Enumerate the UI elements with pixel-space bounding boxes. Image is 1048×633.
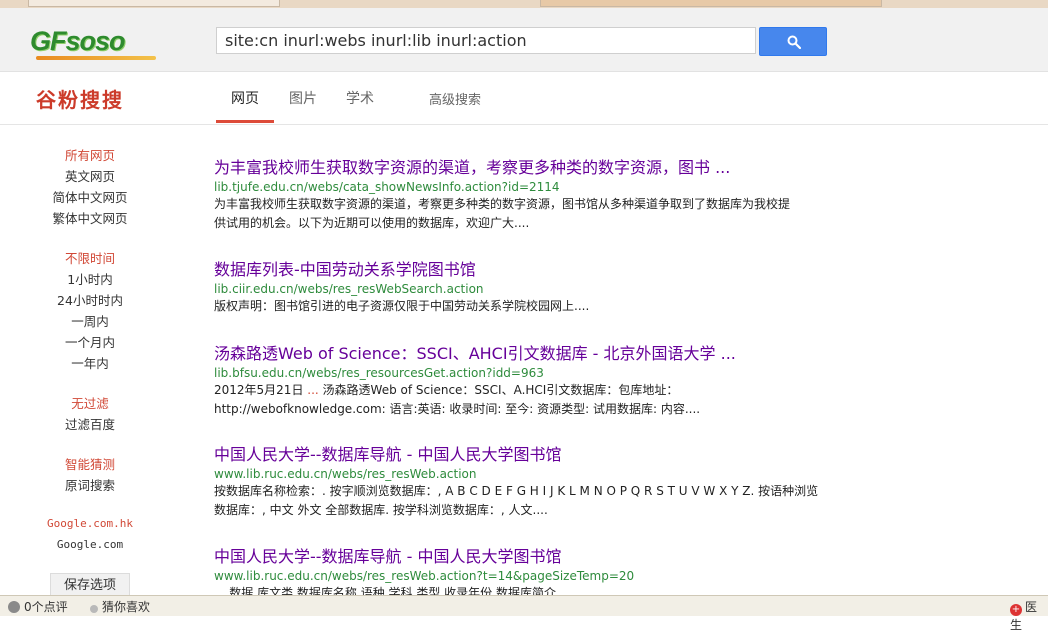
result-title-link[interactable]: 汤森路透Web of Science：SSCI、AHCI引文数据库 - 北京外国…: [214, 340, 844, 364]
result-url: www.lib.ruc.edu.cn/webs/res_resWeb.actio…: [214, 569, 635, 583]
snippet-line: 为丰富我校师生获取数字资源的渠道，考察更多种类的数字资源，图书馆从多种渠道争取到…: [214, 197, 791, 211]
result-item: 汤森路透Web of Science：SSCI、AHCI引文数据库 - 北京外国…: [214, 340, 844, 419]
tab-images[interactable]: 图片: [289, 88, 317, 108]
browser-status-bar: 0个点评 猜你喜欢 + 医生: [0, 595, 1048, 632]
search-button[interactable]: [759, 27, 827, 56]
brand-title[interactable]: 谷粉搜搜: [36, 84, 124, 113]
result-item: 中国人民大学--数据库导航 - 中国人民大学图书馆 www.lib.ruc.ed…: [214, 543, 844, 603]
sidebar-item-simplified[interactable]: 简体中文网页: [0, 187, 180, 206]
browser-tab[interactable]: [540, 0, 882, 7]
result-url: www.lib.ruc.edu.cn/webs/res_resWeb.actio…: [214, 467, 477, 481]
snippet-line: 按数据库名称检索：. 按字顺浏览数据库：, A B C D E F G H I …: [214, 484, 819, 498]
sidebar-item-traditional[interactable]: 繁体中文网页: [0, 208, 180, 227]
browser-tab-strip: [0, 0, 1048, 8]
result-snippet: 为丰富我校师生获取数字资源的渠道，考察更多种类的数字资源，图书馆从多种渠道争取到…: [214, 195, 844, 233]
tab-advanced-search[interactable]: 高级搜索: [429, 89, 481, 108]
result-snippet: 2012年5月21日 ... 汤森路透Web of Science：SSCI、A…: [214, 381, 844, 419]
status-guess-like[interactable]: 猜你喜欢: [90, 598, 150, 615]
sidebar-item-any-time[interactable]: 不限时间: [0, 248, 180, 267]
sidebar-item-google-com[interactable]: Google.com: [0, 538, 180, 551]
snippet-line: 数据库：, 中文 外文 全部数据库. 按学科浏览数据库：, 人文....: [214, 503, 548, 517]
status-guess-label: 猜你喜欢: [102, 600, 151, 614]
snippet-line: 2012年5月21日 ... 汤森路透Web of Science：SSCI、A…: [214, 381, 844, 400]
sidebar-item-past-24h[interactable]: 24小时时内: [0, 290, 180, 309]
result-title-link[interactable]: 中国人民大学--数据库导航 - 中国人民大学图书馆: [214, 543, 844, 567]
sidebar-item-smart-guess[interactable]: 智能猜测: [0, 454, 180, 473]
result-title-link[interactable]: 中国人民大学--数据库导航 - 中国人民大学图书馆: [214, 441, 844, 465]
filter-sidebar: 所有网页 英文网页 简体中文网页 繁体中文网页 不限时间 1小时内 24小时时内…: [0, 125, 180, 599]
snippet-text: 汤森路透Web of Science：SSCI、A.HCI引文数据库：包库地址：: [318, 383, 679, 397]
sidebar-item-exact-search[interactable]: 原词搜索: [0, 475, 180, 494]
search-icon: [787, 35, 801, 49]
nav-bar: 谷粉搜搜 网页 图片 学术 高级搜索: [0, 72, 1048, 125]
gfsoso-logo[interactable]: GFsoso: [30, 26, 180, 60]
result-title-link[interactable]: 数据库列表-中国劳动关系学院图书馆: [214, 256, 844, 280]
sidebar-item-past-month[interactable]: 一个月内: [0, 332, 180, 351]
search-header: GFsoso site:cn inurl:webs inurl:lib inur…: [0, 8, 1048, 72]
sidebar-item-google-hk[interactable]: Google.com.hk: [0, 517, 180, 530]
snippet-line: 版权声明：图书馆引进的电子资源仅限于中国劳动关系学院校园网上....: [214, 299, 590, 313]
status-comments-label: 0个点评: [24, 600, 68, 614]
status-comments[interactable]: 0个点评: [8, 598, 68, 615]
result-snippet: 按数据库名称检索：. 按字顺浏览数据库：, A B C D E F G H I …: [214, 482, 844, 520]
sidebar-item-past-hour[interactable]: 1小时内: [0, 269, 180, 288]
search-input[interactable]: site:cn inurl:webs inurl:lib inurl:actio…: [216, 27, 756, 54]
sidebar-item-past-week[interactable]: 一周内: [0, 311, 180, 330]
logo-swoosh: [36, 56, 156, 60]
sidebar-item-english[interactable]: 英文网页: [0, 166, 180, 185]
snippet-ellipsis: ...: [307, 383, 319, 397]
result-item: 数据库列表-中国劳动关系学院图书馆 lib.ciir.edu.cn/webs/r…: [214, 256, 844, 316]
snippet-line: 供试用的机会。以下为近期可以使用的数据库，欢迎广大....: [214, 216, 530, 230]
browser-tab[interactable]: [28, 0, 280, 7]
sidebar-item-filter-baidu[interactable]: 过滤百度: [0, 414, 180, 433]
plus-icon: +: [1010, 604, 1022, 616]
sidebar-item-past-year[interactable]: 一年内: [0, 353, 180, 372]
result-title-link[interactable]: 为丰富我校师生获取数字资源的渠道，考察更多种类的数字资源，图书 ...: [214, 154, 844, 178]
sidebar-item-all-pages[interactable]: 所有网页: [0, 145, 180, 164]
sidebar-item-no-filter[interactable]: 无过滤: [0, 393, 180, 412]
snippet-date: 2012年5月21日: [214, 383, 304, 397]
tab-web[interactable]: 网页: [231, 88, 259, 108]
tab-scholar[interactable]: 学术: [346, 88, 374, 108]
status-right[interactable]: + 医生: [1010, 598, 1048, 633]
result-snippet: 版权声明：图书馆引进的电子资源仅限于中国劳动关系学院校园网上....: [214, 297, 844, 316]
result-url: lib.ciir.edu.cn/webs/res_resWebSearch.ac…: [214, 282, 484, 296]
snippet-line: http://webofknowledge.com: 语言:英语: 收录时间: …: [214, 402, 701, 416]
logo-text: GFsoso: [30, 26, 126, 56]
result-item: 中国人民大学--数据库导航 - 中国人民大学图书馆 www.lib.ruc.ed…: [214, 441, 844, 520]
comment-icon: [8, 601, 20, 613]
result-item: 为丰富我校师生获取数字资源的渠道，考察更多种类的数字资源，图书 ... lib.…: [214, 154, 844, 233]
result-url: lib.bfsu.edu.cn/webs/res_resourcesGet.ac…: [214, 366, 544, 380]
active-tab-indicator: [216, 120, 274, 123]
result-url: lib.tjufe.edu.cn/webs/cata_showNewsInfo.…: [214, 180, 560, 194]
dot-icon: [90, 605, 98, 613]
